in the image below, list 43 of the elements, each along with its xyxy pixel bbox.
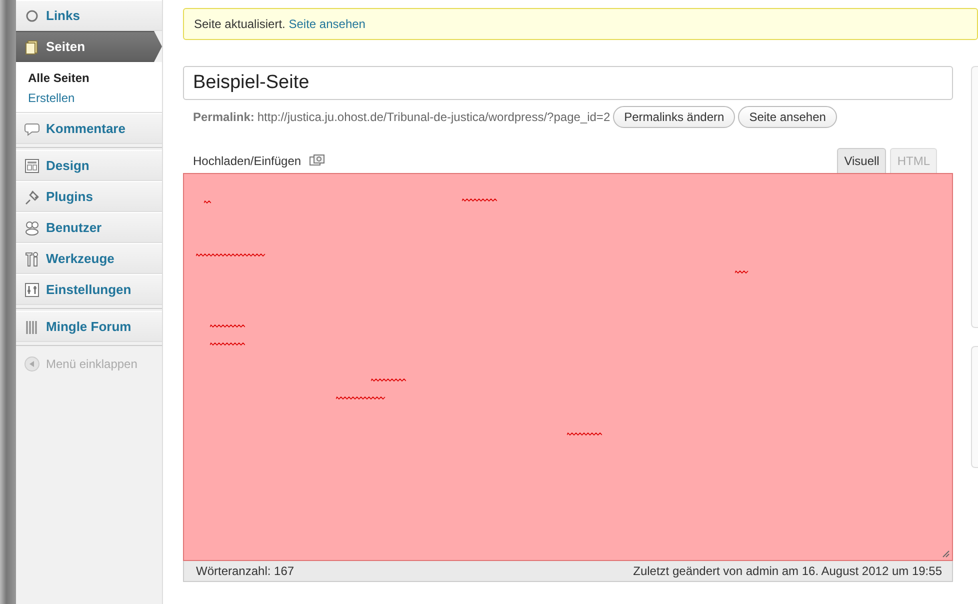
upload-label: Hochladen/Einfügen — [193, 154, 302, 168]
spelling-underline — [210, 324, 245, 328]
submenu-link[interactable]: Alle Seiten — [28, 68, 162, 88]
collapse-icon[interactable] — [24, 356, 40, 372]
menu-item[interactable]: Mingle Forum — [16, 311, 162, 342]
menu-item[interactable]: Design — [16, 150, 162, 181]
menu-icon — [24, 318, 40, 334]
menu-item[interactable]: Benutzer — [16, 212, 162, 243]
permalink-button[interactable]: Permalinks ändern — [613, 106, 736, 128]
spelling-underline — [204, 200, 211, 204]
last-edited: Zuletzt geändert von admin am 16. August 2012 um 19:55 — [633, 564, 942, 578]
menu-icon — [24, 158, 40, 174]
spelling-underline — [371, 378, 406, 382]
permalink-url: http://justica.ju.ohost.de/Tribunal-de-justica/wordpress/?page_id=2 — [257, 110, 610, 124]
spelling-underline — [462, 198, 497, 202]
menu-item[interactable]: Einstellungen — [16, 274, 162, 305]
menu-icon — [24, 220, 40, 236]
word-count: Wörteranzahl: 167 — [196, 564, 294, 578]
spelling-underline — [735, 270, 749, 274]
menu-icon — [24, 282, 40, 298]
submenu-link[interactable]: Erstellen — [28, 88, 162, 108]
menu-item[interactable]: Links — [16, 0, 162, 31]
menu-item[interactable]: Plugins — [16, 181, 162, 212]
spelling-underline — [196, 253, 266, 257]
view-page-link[interactable]: Seite ansehen — [288, 17, 366, 31]
spelling-underline — [210, 342, 245, 346]
resize-handle-icon[interactable] — [942, 550, 950, 558]
media-icon[interactable] — [309, 154, 326, 168]
menu-icon — [24, 38, 40, 54]
permalink-label: Permalink: — [193, 110, 254, 124]
permalink-button[interactable]: Seite ansehen — [738, 106, 837, 128]
spelling-underline — [567, 432, 602, 436]
menu-icon — [24, 8, 40, 24]
menu-icon — [24, 120, 40, 136]
menu-icon — [24, 188, 40, 204]
spelling-underline — [336, 396, 386, 400]
editor-tab[interactable]: Visuell — [837, 148, 886, 173]
menu-icon — [24, 250, 40, 266]
menu-item[interactable]: Seiten — [16, 31, 162, 62]
title-field[interactable]: Beispiel-Seite — [183, 66, 953, 100]
menu-item[interactable]: Kommentare — [16, 113, 162, 144]
notice-text: Seite aktualisiert. — [194, 17, 286, 31]
menu-item[interactable]: Werkzeuge — [16, 243, 162, 274]
